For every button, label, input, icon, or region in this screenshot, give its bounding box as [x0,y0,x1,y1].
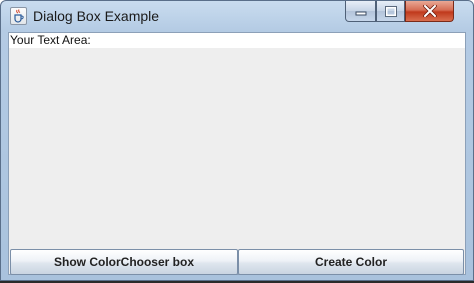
maximize-button[interactable] [376,1,405,22]
dialog-window: Dialog Box Example Your Text Area: Show … [0,0,474,281]
create-color-button[interactable]: Create Color [238,249,464,275]
window-title: Dialog Box Example [33,8,160,24]
show-colorchooser-button[interactable]: Show ColorChooser box [10,249,238,275]
title-bar[interactable]: Dialog Box Example [1,1,473,31]
close-icon [422,5,437,17]
text-area[interactable]: Your Text Area: [9,33,465,248]
java-cup-icon[interactable] [10,7,27,25]
maximize-icon [384,5,397,17]
text-area-label: Your Text Area: [9,33,465,48]
minimize-button[interactable] [345,1,376,22]
close-button[interactable] [405,1,454,22]
content-pane: Your Text Area: Show ColorChooser box Cr… [8,32,466,275]
minimize-icon [355,11,366,16]
